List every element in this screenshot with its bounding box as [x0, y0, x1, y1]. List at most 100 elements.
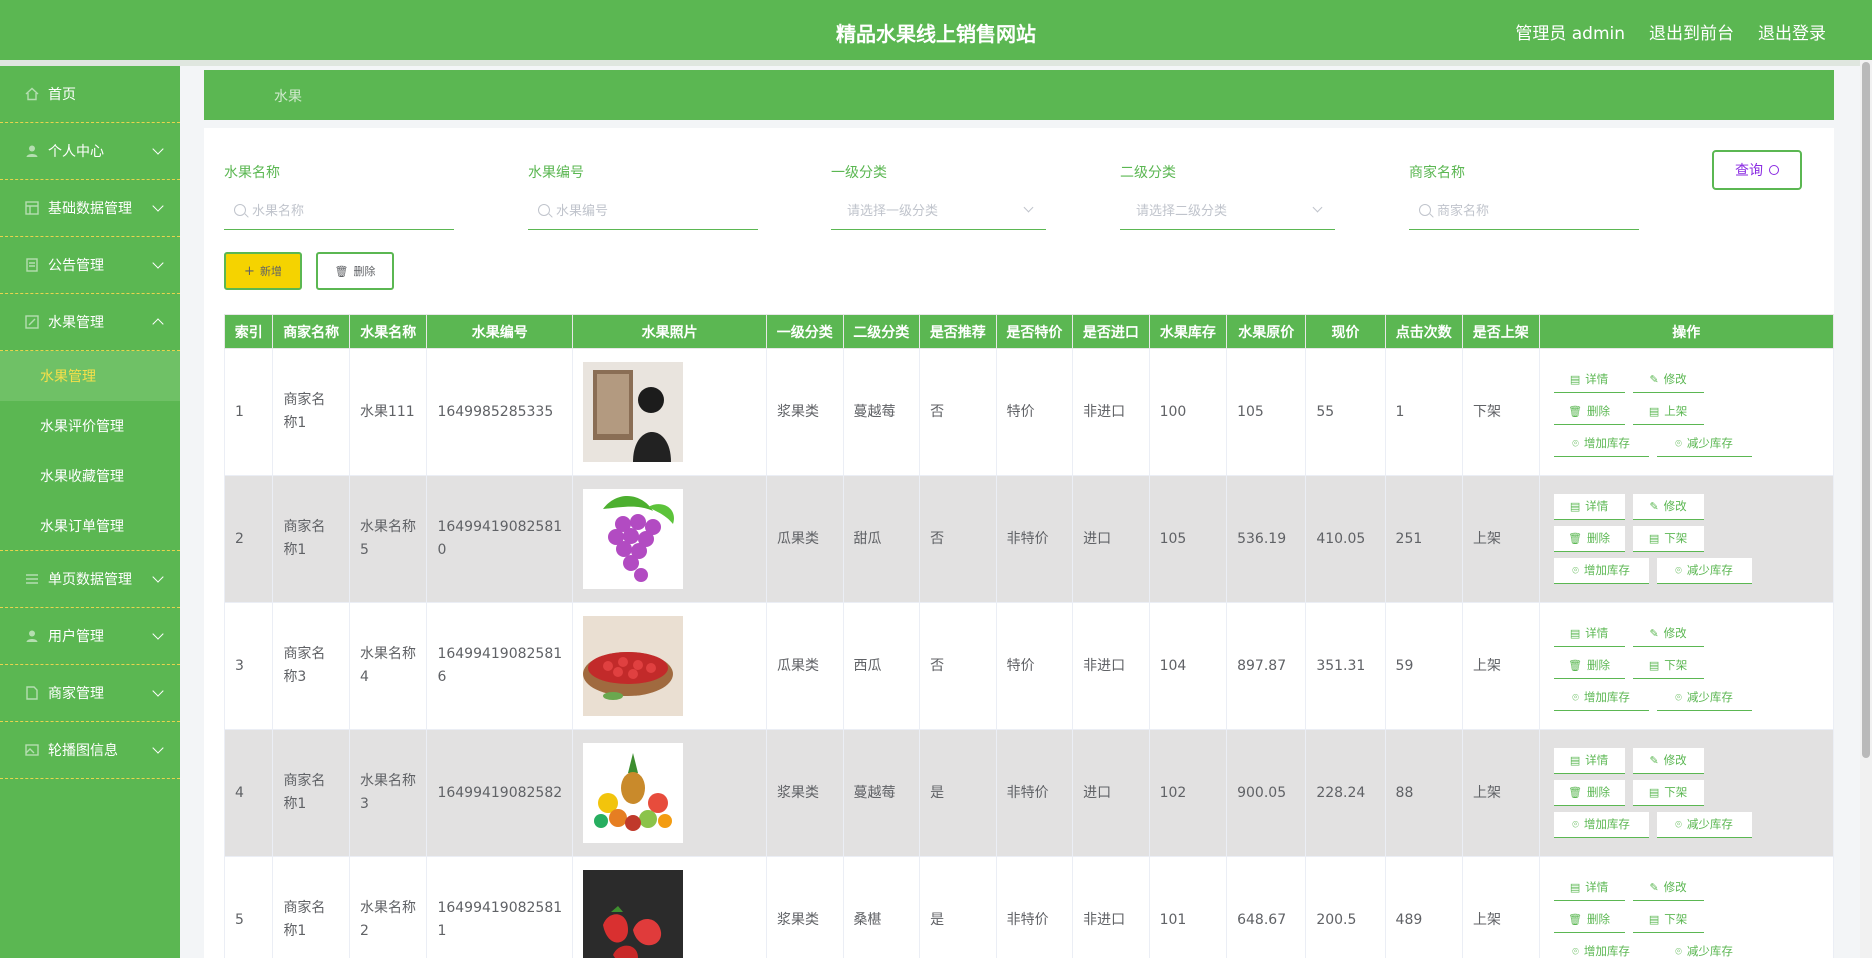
fruit-submenu: 水果管理 水果评价管理 水果收藏管理 水果订单管理: [0, 351, 180, 551]
bulk-delete-button[interactable]: 🗑 删除: [316, 252, 394, 290]
stock-add-button[interactable]: ⌾ 增加库存: [1553, 685, 1649, 711]
shelf-toggle-button[interactable]: ▤ 下架: [1632, 653, 1704, 679]
cell-price: 228.24: [1305, 729, 1386, 857]
detail-button[interactable]: ▤ 详情: [1553, 875, 1625, 901]
sidebar-item-home[interactable]: 首页: [0, 66, 180, 123]
sidebar-item-label: 基础数据管理: [48, 201, 132, 217]
filter-cat2-label: 二级分类: [1120, 165, 1176, 181]
chevron-down-icon: [152, 143, 164, 155]
filter-cat1-label: 一级分类: [831, 165, 887, 181]
detail-button[interactable]: ▤ 详情: [1553, 367, 1625, 393]
fruit-name-input[interactable]: 水果名称: [224, 190, 454, 230]
shelf-toggle-button[interactable]: ▤ 下架: [1632, 526, 1704, 552]
scrollbar-thumb[interactable]: [1862, 62, 1870, 758]
edit-button[interactable]: ✎ 修改: [1632, 494, 1704, 520]
op-label: 下架: [1664, 912, 1688, 926]
delete-button[interactable]: 🗑 删除: [1553, 653, 1625, 679]
document-icon: ▤: [1648, 786, 1660, 799]
cell-cat2: 西瓜: [842, 602, 921, 730]
edit-button[interactable]: ✎ 修改: [1632, 367, 1704, 393]
sidebar-subitem-fruit-favorite[interactable]: 水果收藏管理: [0, 451, 180, 501]
col-imported: 是否进口: [1072, 314, 1150, 349]
stock-sub-button[interactable]: ⌾ 减少库存: [1656, 812, 1752, 838]
fruit-code-input[interactable]: 水果编号: [528, 190, 758, 230]
delete-button[interactable]: 🗑 删除: [1553, 907, 1625, 933]
sidebar-subitem-fruit-review[interactable]: 水果评价管理: [0, 401, 180, 451]
op-label: 下架: [1664, 531, 1688, 545]
sidebar-item-base-data[interactable]: 基础数据管理: [0, 180, 180, 237]
op-label: 下架: [1664, 785, 1688, 799]
shelf-toggle-button[interactable]: ▤ 上架: [1632, 399, 1704, 425]
edit-button[interactable]: ✎ 修改: [1632, 875, 1704, 901]
sidebar-item-single-page[interactable]: 单页数据管理: [0, 551, 180, 608]
shop-name-input[interactable]: 商家名称: [1409, 190, 1639, 230]
document-icon: ▤: [1648, 913, 1660, 926]
stock-add-button[interactable]: ⌾ 增加库存: [1553, 939, 1649, 958]
edit-button[interactable]: ✎ 修改: [1632, 621, 1704, 647]
location-icon: ⌾: [1675, 437, 1682, 450]
op-label: 减少库存: [1686, 817, 1733, 831]
cell-fruit-name: 水果名称2: [348, 856, 428, 958]
col-special: 是否特价: [995, 314, 1074, 349]
edit-button[interactable]: ✎ 修改: [1632, 748, 1704, 774]
delete-button[interactable]: 🗑 删除: [1553, 399, 1625, 425]
fruit-photo[interactable]: [583, 362, 756, 462]
sidebar-subitem-fruit-order[interactable]: 水果订单管理: [0, 501, 180, 551]
cell-special: 非特价: [995, 856, 1074, 958]
sidebar-subitem-fruit-manage[interactable]: 水果管理: [0, 351, 180, 401]
fruit-photo[interactable]: [583, 489, 756, 589]
pencil-icon: ✎: [1649, 881, 1659, 894]
add-button[interactable]: + 新增: [224, 252, 302, 290]
stock-add-button[interactable]: ⌾ 增加库存: [1553, 558, 1649, 584]
cell-recommend: 否: [919, 602, 997, 730]
op-label: 增加库存: [1583, 436, 1630, 450]
stock-sub-button[interactable]: ⌾ 减少库存: [1656, 685, 1752, 711]
fruit-photo[interactable]: [583, 743, 756, 843]
cell-shop: 商家名称1: [272, 729, 350, 857]
sidebar-item-shops[interactable]: 商家管理: [0, 665, 180, 722]
location-icon: ⌾: [1675, 691, 1682, 704]
logout-link[interactable]: 退出登录: [1758, 19, 1826, 44]
detail-button[interactable]: ▤ 详情: [1553, 494, 1625, 520]
query-button-label: 查询: [1735, 163, 1763, 179]
delete-button[interactable]: 🗑 删除: [1553, 780, 1625, 806]
cell-fruit-name: 水果名称4: [348, 602, 428, 730]
stock-add-button[interactable]: ⌾ 增加库存: [1553, 812, 1649, 838]
location-icon: ⌾: [1572, 564, 1579, 577]
delete-button[interactable]: 🗑 删除: [1553, 526, 1625, 552]
shelf-toggle-button[interactable]: ▤ 下架: [1632, 907, 1704, 933]
cell-special: 非特价: [995, 729, 1074, 857]
op-label: 增加库存: [1583, 817, 1630, 831]
table-header-row: 索引 商家名称 水果名称 水果编号 水果照片 一级分类 二级分类 是否推荐 是否…: [223, 314, 1835, 349]
shelf-toggle-button[interactable]: ▤ 下架: [1632, 780, 1704, 806]
category1-select[interactable]: 请选择一级分类: [831, 190, 1046, 230]
cell-recommend: 否: [919, 348, 997, 476]
fruit-photo[interactable]: [583, 616, 756, 716]
col-code: 水果编号: [426, 314, 574, 349]
breadcrumb-item[interactable]: 水果: [274, 86, 302, 106]
detail-button[interactable]: ▤ 详情: [1553, 621, 1625, 647]
sidebar-item-profile[interactable]: 个人中心: [0, 123, 180, 180]
cell-shop: 商家名称1: [272, 475, 350, 603]
cell-stock: 104: [1148, 602, 1228, 730]
sidebar-item-label: 轮播图信息: [48, 743, 118, 759]
sidebar-item-fruit[interactable]: 水果管理: [0, 294, 180, 351]
input-placeholder: 水果名称: [252, 204, 305, 219]
stock-sub-button[interactable]: ⌾ 减少库存: [1656, 431, 1752, 457]
stock-sub-button[interactable]: ⌾ 减少库存: [1656, 558, 1752, 584]
to-front-link[interactable]: 退出到前台: [1649, 19, 1734, 44]
category2-select[interactable]: 请选择二级分类: [1120, 190, 1335, 230]
main-panel: 水果名称 水果名称 水果编号 水果编号 一级分类 请选择一级分类 二级分类 请选…: [204, 128, 1835, 958]
detail-button[interactable]: ▤ 详情: [1553, 748, 1625, 774]
sidebar-item-notice[interactable]: 公告管理: [0, 237, 180, 294]
fruit-photo[interactable]: [583, 870, 756, 958]
sidebar-item-carousel[interactable]: 轮播图信息: [0, 722, 180, 779]
cell-shop: 商家名称1: [272, 348, 350, 476]
sidebar-item-users[interactable]: 用户管理: [0, 608, 180, 665]
stock-sub-button[interactable]: ⌾ 减少库存: [1656, 939, 1752, 958]
stock-add-button[interactable]: ⌾ 增加库存: [1553, 431, 1649, 457]
query-button[interactable]: 查询: [1712, 150, 1802, 190]
cell-price: 351.31: [1305, 602, 1386, 730]
op-label: 增加库存: [1583, 944, 1630, 958]
cell-imported: 非进口: [1072, 348, 1150, 476]
